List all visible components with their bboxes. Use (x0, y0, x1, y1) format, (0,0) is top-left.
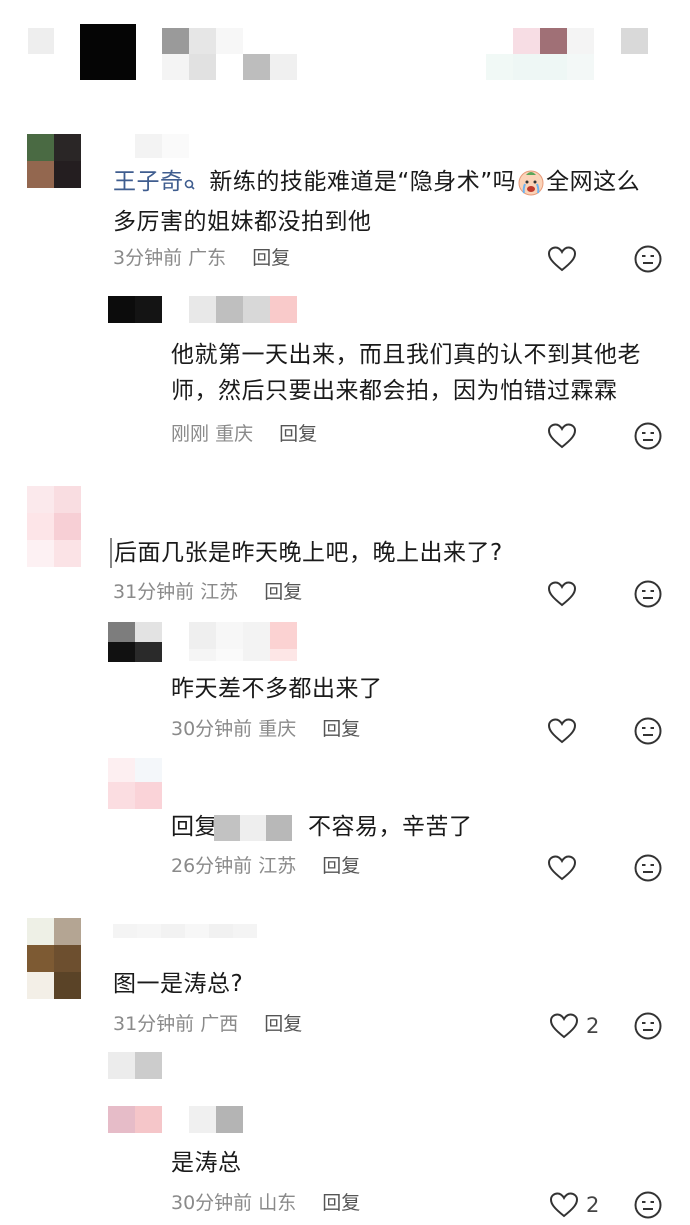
reply-button[interactable]: 回复 (322, 1192, 360, 1214)
search-badge-icon (184, 168, 196, 204)
heart-outline-icon[interactable] (548, 421, 576, 451)
neutral-face-icon[interactable] (634, 1011, 662, 1041)
timestamp: 3分钟前 (113, 247, 183, 269)
neutral-face-icon[interactable] (634, 1190, 662, 1220)
blurred-mention (266, 814, 292, 841)
blurred-reply-header (162, 622, 324, 661)
reply-button[interactable]: 回复 (264, 1013, 302, 1035)
reply-button[interactable]: 回复 (279, 423, 317, 445)
reply-meta: 26分钟前 江苏 回复 (171, 851, 360, 881)
avatar[interactable] (108, 1106, 162, 1133)
username[interactable]: 王子奇 (113, 169, 184, 195)
comment-text-part: 新练的技能难道是“隐身术”吗 (209, 169, 517, 195)
location: 江苏 (200, 581, 239, 603)
comment-text: 图一是涛总? (113, 971, 244, 997)
reply-button[interactable]: 回复 (252, 247, 290, 269)
avatar[interactable] (27, 134, 81, 188)
reply-text-line2: 师，然后只要出来都会拍，因为怕错过霖霖 (171, 378, 618, 404)
timestamp: 刚刚 (171, 423, 210, 445)
neutral-face-icon[interactable] (634, 244, 662, 274)
comment-text-line2: 多厉害的姐妹都没拍到他 (113, 209, 372, 235)
comment-text: 后面几张是昨天晚上吧，晚上出来了? (114, 540, 503, 566)
like-button[interactable]: 2 (550, 1011, 599, 1041)
avatar[interactable] (108, 758, 162, 809)
quote-bar (110, 538, 112, 568)
reply-text: 昨天差不多都出来了 (171, 676, 383, 702)
blurred-mention (214, 814, 240, 841)
like-count: 2 (586, 1193, 600, 1217)
blurred-reply-header (108, 296, 324, 323)
reply-text: 是涛总 (171, 1150, 242, 1176)
location: 重庆 (258, 718, 297, 740)
reply-prefix: 回复 (171, 814, 218, 840)
avatar[interactable] (108, 622, 162, 662)
crying-face-emoji (517, 169, 545, 197)
heart-outline-icon (550, 1013, 578, 1039)
blurred-block (135, 134, 189, 158)
reply-text: 他就第一天出来，而且我们真的认不到其他老 师，然后只要出来都会拍，因为怕错过霖霖 (171, 337, 671, 409)
timestamp: 26分钟前 (171, 855, 253, 877)
neutral-face-icon[interactable] (634, 579, 662, 609)
neutral-face-icon[interactable] (634, 853, 662, 883)
location: 广东 (188, 247, 227, 269)
heart-outline-icon[interactable] (548, 579, 576, 609)
blurred-reply-header (189, 1106, 243, 1133)
heart-outline-icon (550, 1192, 578, 1218)
comment-meta: 31分钟前 广西 回复 (113, 1009, 302, 1039)
heart-outline-icon[interactable] (548, 244, 576, 274)
blurred-block (28, 28, 54, 54)
reply-meta: 刚刚 重庆 回复 (171, 419, 317, 449)
location: 山东 (258, 1192, 297, 1214)
blurred-username (113, 924, 257, 938)
like-count: 2 (586, 1014, 600, 1038)
blurred-username (162, 28, 324, 80)
reply-button[interactable]: 回复 (322, 718, 360, 740)
blurred-mention (240, 814, 266, 841)
timestamp: 30分钟前 (171, 1192, 253, 1214)
neutral-face-icon[interactable] (634, 421, 662, 451)
avatar[interactable] (27, 918, 81, 999)
timestamp: 31分钟前 (113, 1013, 195, 1035)
avatar[interactable] (27, 486, 108, 567)
reply-meta: 30分钟前 山东 回复 (171, 1188, 360, 1218)
blurred-block (108, 1052, 162, 1079)
reply-button[interactable]: 回复 (322, 855, 360, 877)
timestamp: 31分钟前 (113, 581, 195, 603)
reply-meta: 30分钟前 重庆 回复 (171, 714, 360, 744)
blurred-header-right (486, 28, 648, 80)
timestamp: 30分钟前 (171, 718, 253, 740)
comment-meta: 3分钟前 广东 回复 (113, 243, 290, 273)
reply-text: 回复 不容易，辛苦了 (171, 809, 651, 845)
location: 江苏 (258, 855, 297, 877)
comment-text: 王子奇 新练的技能难道是“隐身术”吗 全网这么 多厉害的姐妹都没拍到他 (113, 164, 673, 240)
location: 重庆 (215, 423, 254, 445)
avatar[interactable] (80, 24, 136, 80)
reply-button[interactable]: 回复 (264, 581, 302, 603)
heart-outline-icon[interactable] (548, 853, 576, 883)
like-button[interactable]: 2 (550, 1190, 599, 1220)
comment-meta: 31分钟前 江苏 回复 (113, 577, 302, 607)
heart-outline-icon[interactable] (548, 716, 576, 746)
neutral-face-icon[interactable] (634, 716, 662, 746)
location: 广西 (200, 1013, 239, 1035)
reply-text-body: 不容易，辛苦了 (308, 814, 473, 840)
comment-text-part: 全网这么 (546, 169, 641, 195)
reply-text-line1: 他就第一天出来，而且我们真的认不到其他老 (171, 342, 641, 368)
